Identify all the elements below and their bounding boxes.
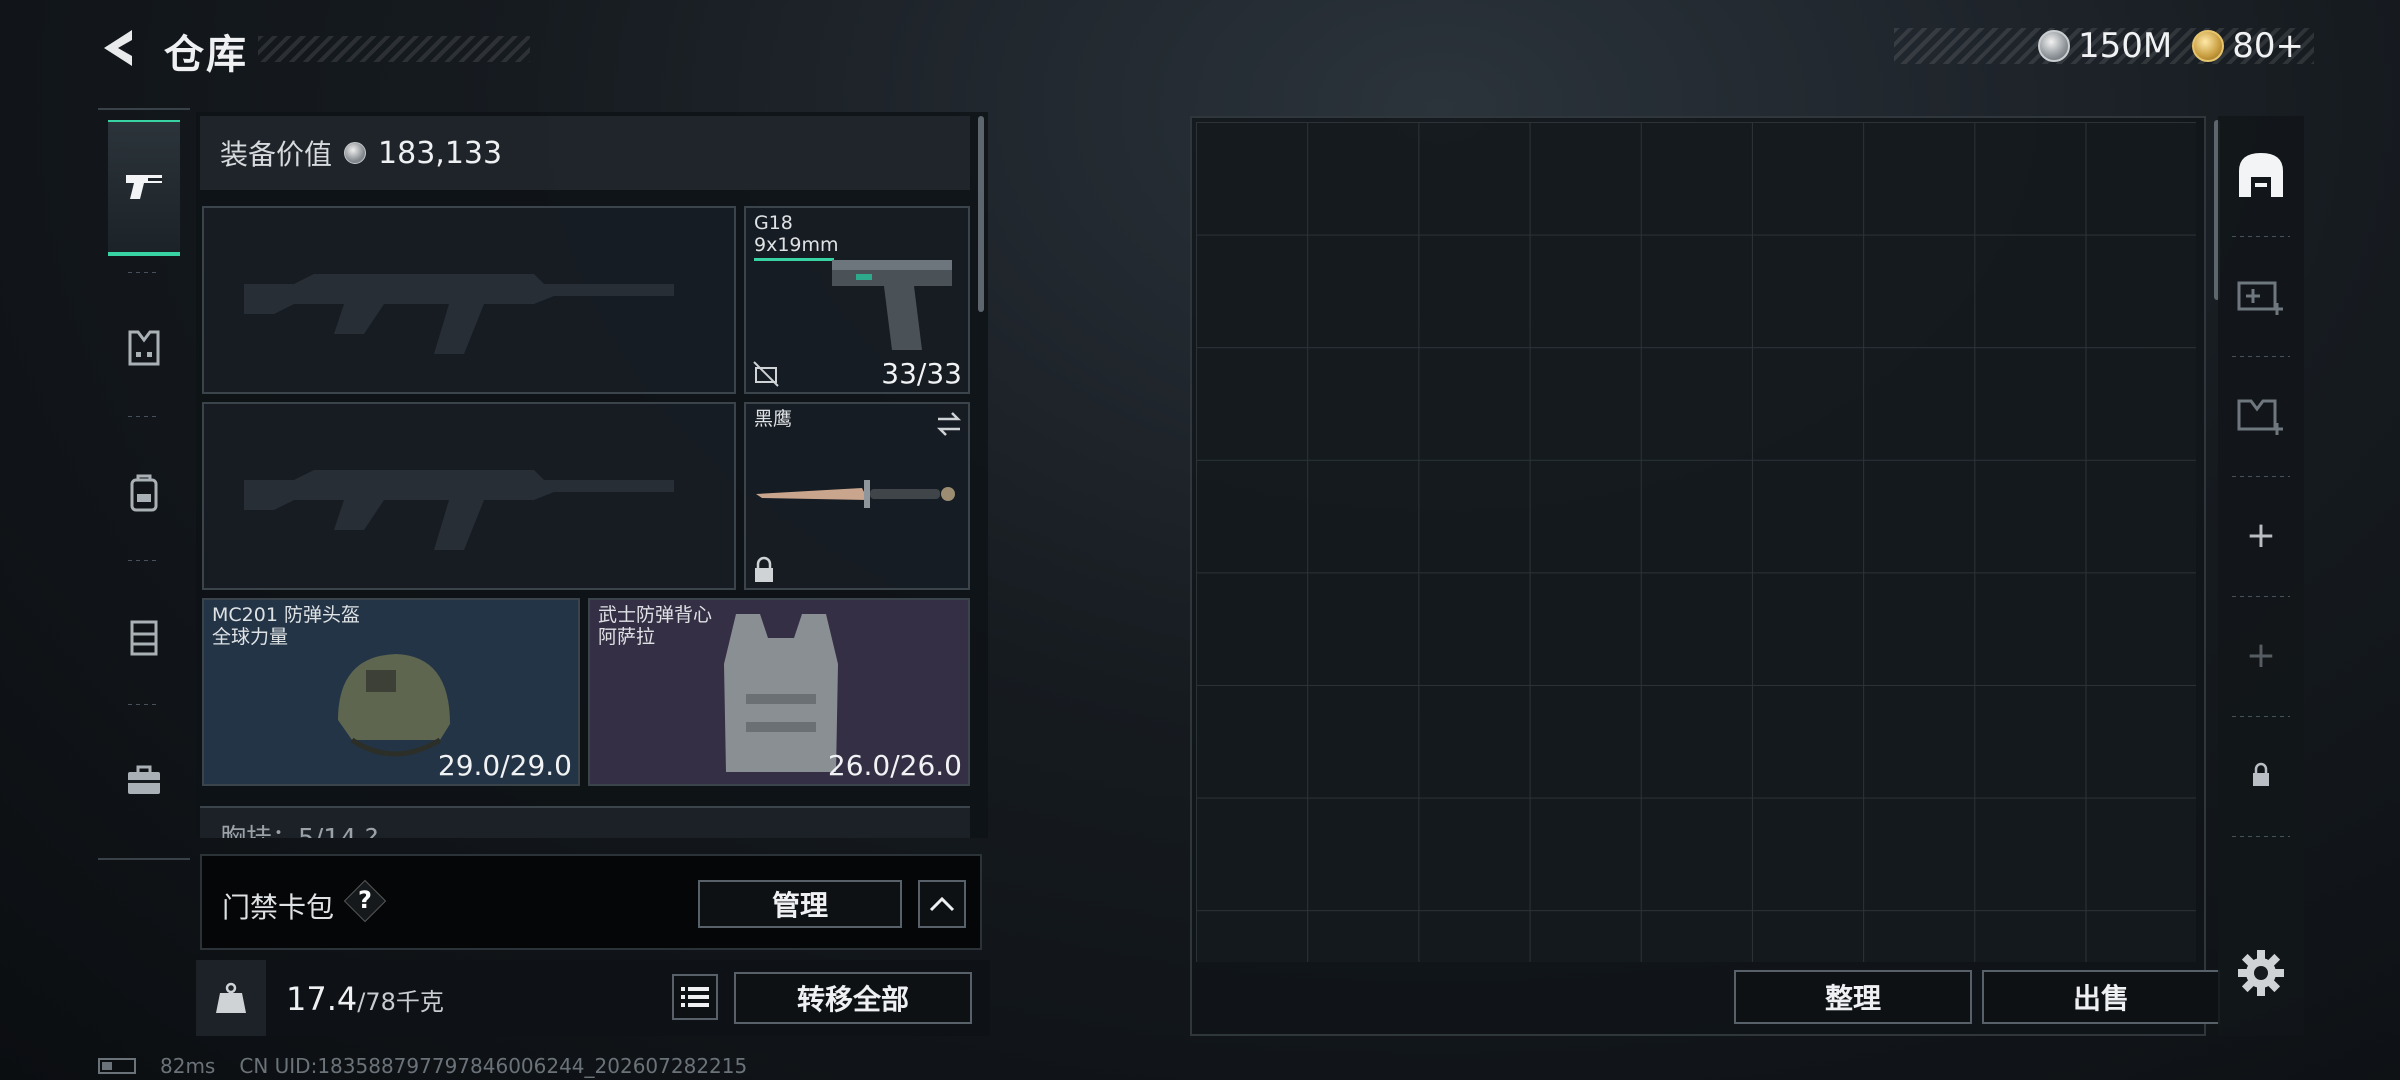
gold-currency[interactable]: 80+ — [2192, 26, 2304, 66]
help-icon-glyph: ? — [358, 886, 372, 914]
storage-grid[interactable] — [1196, 122, 2196, 962]
equipment-value-label: 装备价值 — [220, 138, 333, 171]
silver-currency[interactable]: 150M — [2038, 26, 2172, 66]
gear-icon — [2238, 950, 2284, 996]
weight-max: /78千克 — [357, 988, 444, 1016]
helmet-name: MC201 防弹头盔 — [212, 604, 360, 626]
equipment-value: 183,133 — [378, 135, 503, 171]
lock-icon — [755, 556, 773, 582]
sort-button[interactable]: 整理 — [1734, 970, 1972, 1024]
g18-pistol-image — [832, 260, 952, 350]
helmet-slot[interactable]: MC201 防弹头盔 全球力量 29.0/29.0 — [202, 598, 580, 786]
helmet-durability: 29.0/29.0 — [437, 749, 572, 782]
chevron-up-icon — [929, 896, 955, 912]
pistol-ammo-count: 33/33 — [881, 357, 962, 390]
silver-amount: 150M — [2078, 26, 2173, 66]
list-view-button[interactable] — [672, 974, 718, 1020]
keycard-bar: 门禁卡包 ? 管理 — [200, 854, 982, 950]
pistol-model: G18 — [754, 212, 793, 234]
rifle-silhouette-icon — [244, 274, 674, 354]
ammo-bar — [754, 258, 834, 261]
equipment-panel: 装备价值 183,133 G18 9x19mm 33/33 黑鹰 MC201 防… — [196, 112, 988, 838]
tab-weapons[interactable] — [108, 120, 180, 256]
tab-backpack[interactable] — [108, 424, 180, 560]
silver-coin-icon — [2038, 30, 2070, 62]
pistol-icon — [126, 175, 162, 199]
chest-rig-icon — [130, 620, 158, 656]
storage-tab-equipment[interactable] — [2218, 356, 2304, 474]
divider — [128, 272, 160, 273]
add-storage-tab[interactable]: + — [2218, 476, 2304, 594]
vest-name: 武士防弹背心 — [598, 604, 713, 626]
vest-brand: 阿萨拉 — [598, 626, 656, 648]
vest-durability: 26.0/26.0 — [827, 749, 962, 782]
page-title: 仓库 — [164, 32, 248, 78]
primary-weapon-slot-1[interactable] — [202, 206, 736, 394]
silver-coin-icon — [344, 142, 367, 164]
plus-icon: + — [2245, 634, 2277, 676]
gold-coin-icon — [2192, 30, 2225, 62]
tab-case[interactable] — [108, 712, 180, 848]
plus-icon: + — [2245, 514, 2277, 556]
warehouse-icon — [2239, 153, 2283, 197]
briefcase-icon — [128, 765, 160, 794]
sell-button[interactable]: 出售 — [1982, 970, 2220, 1024]
chest-rig-capacity: 胸挂：5/14 ? — [220, 818, 378, 838]
back-button[interactable] — [96, 24, 144, 72]
divider — [128, 704, 160, 705]
storage-tab-medical[interactable] — [2218, 236, 2304, 354]
vest-slot[interactable]: 武士防弹背心 阿萨拉 26.0/26.0 — [588, 598, 970, 786]
vest-add-icon — [2237, 399, 2283, 435]
pistol-slot[interactable]: G18 9x19mm 33/33 — [744, 206, 970, 394]
chest-rig-row[interactable]: 胸挂：5/14 ? — [200, 806, 970, 838]
tab-chest-rig[interactable] — [108, 568, 180, 704]
keycard-label: 门禁卡包 — [222, 891, 335, 924]
swap-icon[interactable] — [934, 410, 964, 438]
medkit-add-icon — [2237, 281, 2283, 315]
add-storage-tab-disabled: + — [2218, 596, 2304, 714]
gold-amount: 80+ — [2232, 26, 2304, 66]
status-footer: 82ms CN UID:1835887977978460062​44_20260… — [98, 1054, 747, 1078]
battery-icon — [98, 1058, 136, 1074]
rifle-silhouette-icon — [244, 470, 674, 550]
weight-icon — [216, 982, 246, 1013]
weight-bar: 17.4/78千克 转移全部 — [196, 960, 990, 1036]
melee-slot[interactable]: 黑鹰 — [744, 402, 970, 590]
locked-storage-tab[interactable] — [2218, 716, 2304, 834]
user-uid: CN UID:1835887977978460062​44_2026072822… — [239, 1054, 748, 1078]
no-attachment-icon — [753, 361, 779, 387]
lock-icon — [2253, 762, 2269, 786]
backpack-icon — [130, 474, 158, 512]
settings-button[interactable] — [2236, 948, 2286, 998]
list-icon — [681, 987, 709, 1007]
equipment-value-bar: 装备价值 183,133 — [200, 116, 970, 190]
vest-label: 武士防弹背心 阿萨拉 — [598, 604, 712, 648]
back-arrow-icon — [104, 30, 132, 66]
title-decoration — [258, 36, 530, 62]
storage-tab-main[interactable] — [2218, 116, 2304, 234]
divider — [128, 560, 160, 561]
weight-current: 17.4 — [286, 980, 358, 1018]
armor-vest-icon — [128, 330, 160, 366]
category-rail — [98, 108, 190, 860]
divider — [2232, 836, 2290, 837]
ping: 82ms — [160, 1054, 216, 1078]
manage-button[interactable]: 管理 — [698, 880, 902, 928]
currency-bar: 150M 80+ — [1894, 26, 2314, 66]
storage-panel — [1190, 116, 2206, 1036]
melee-name: 黑鹰 — [754, 408, 793, 430]
weight-value: 17.4/78千克 — [286, 980, 444, 1018]
storage-tabs-rail: + + — [2218, 116, 2304, 1036]
scrollbar[interactable] — [978, 116, 984, 312]
divider — [128, 416, 160, 417]
weight-icon-box — [196, 960, 266, 1036]
transfer-all-button[interactable]: 转移全部 — [734, 972, 972, 1024]
collapse-button[interactable] — [918, 880, 966, 928]
knife-image — [756, 480, 955, 508]
primary-weapon-slot-2[interactable] — [202, 402, 736, 590]
vest-image — [724, 614, 838, 772]
tab-armor[interactable] — [108, 280, 180, 416]
